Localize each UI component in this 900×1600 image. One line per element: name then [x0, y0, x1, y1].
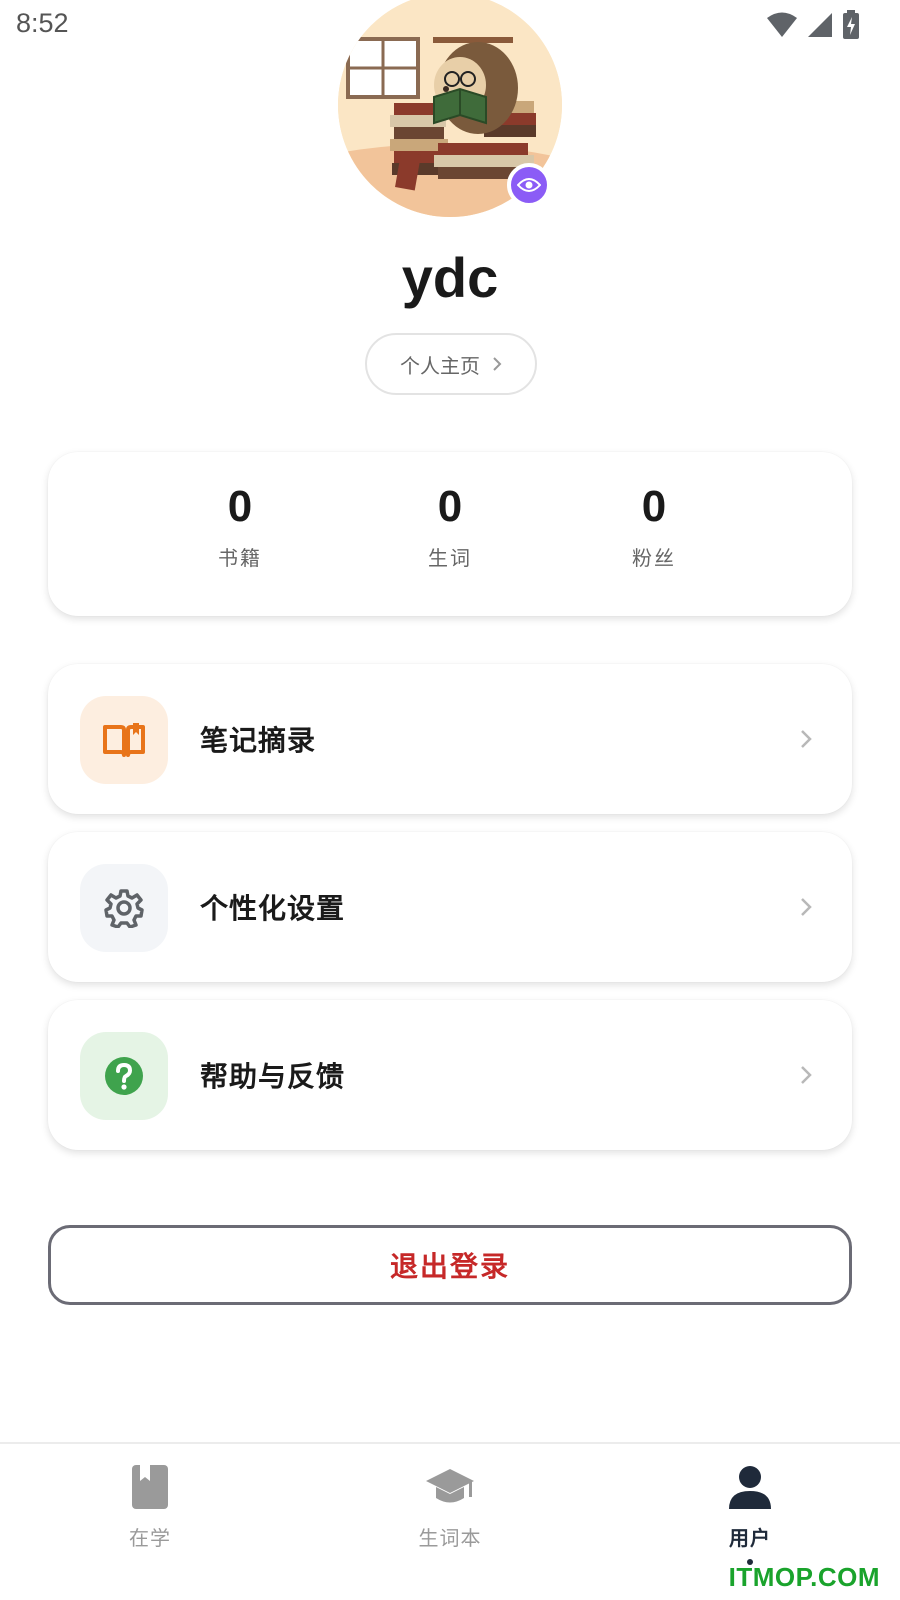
stat-books-value: 0	[227, 482, 253, 531]
menu-item-settings[interactable]: 个性化设置	[48, 832, 852, 982]
status-time: 8:52	[16, 8, 69, 38]
battery-charging-icon	[843, 10, 859, 39]
stat-followers[interactable]: 0 粉丝	[574, 482, 734, 571]
watermark: ITMOP.COM	[728, 1562, 880, 1592]
signal-icon	[808, 13, 832, 37]
username: ydc	[401, 246, 499, 309]
help-question-icon	[105, 1057, 143, 1095]
nav-study-icon-wrap	[132, 1462, 168, 1512]
notes-chevron	[800, 664, 812, 814]
gear-icon	[104, 889, 144, 928]
notes-icon-box	[80, 696, 168, 784]
help-label: 帮助与反馈	[200, 1060, 346, 1093]
chevron-right-icon	[801, 1066, 812, 1084]
stat-words[interactable]: 0 生词	[370, 482, 530, 571]
nav-tab-study[interactable]: 在学	[50, 1444, 250, 1600]
status-icons	[766, 10, 860, 40]
stat-followers-value: 0	[641, 482, 667, 531]
graduation-cap-icon	[426, 1469, 474, 1503]
chevron-right-icon	[801, 898, 812, 916]
nav-study-label: 在学	[129, 1526, 171, 1550]
nav-tab-vocab[interactable]: 生词本	[350, 1444, 550, 1600]
eye-icon	[517, 178, 541, 192]
nav-vocab-icon-wrap	[425, 1462, 475, 1512]
menu-item-help[interactable]: 帮助与反馈	[48, 1000, 852, 1150]
stat-words-label: 生词	[428, 546, 472, 570]
user-icon	[729, 1466, 771, 1509]
stat-words-value: 0	[437, 482, 463, 531]
nav-user-label: 用户	[729, 1526, 771, 1550]
settings-icon-box	[80, 864, 168, 952]
help-icon-box	[80, 1032, 168, 1120]
chevron-right-icon	[493, 357, 502, 371]
help-chevron	[800, 1000, 812, 1150]
avatar-badge[interactable]	[507, 163, 551, 207]
menu-item-notes[interactable]: 笔记摘录	[48, 664, 852, 814]
nav-user-icon-wrap	[729, 1462, 771, 1512]
personal-homepage-label: 个人主页	[400, 353, 480, 378]
stats-card: 0 书籍 0 生词 0 粉丝	[48, 452, 852, 616]
nav-vocab-label: 生词本	[418, 1526, 482, 1550]
stat-books-label: 书籍	[218, 546, 262, 570]
settings-label: 个性化设置	[200, 892, 346, 925]
open-book-icon	[103, 723, 145, 757]
notes-label: 笔记摘录	[200, 724, 317, 757]
logout-button[interactable]: 退出登录	[48, 1225, 852, 1305]
stat-followers-label: 粉丝	[632, 546, 676, 570]
book-icon	[132, 1465, 168, 1509]
chevron-right-icon	[801, 730, 812, 748]
wifi-icon	[767, 12, 797, 37]
stat-books[interactable]: 0 书籍	[160, 482, 320, 571]
profile-page: 8:52 ydc 个人主页 0 书籍 0 生词 0 粉丝 笔记摘录 个性化设置 …	[0, 0, 900, 1600]
personal-homepage-button[interactable]: 个人主页	[365, 333, 537, 395]
settings-chevron	[800, 832, 812, 982]
